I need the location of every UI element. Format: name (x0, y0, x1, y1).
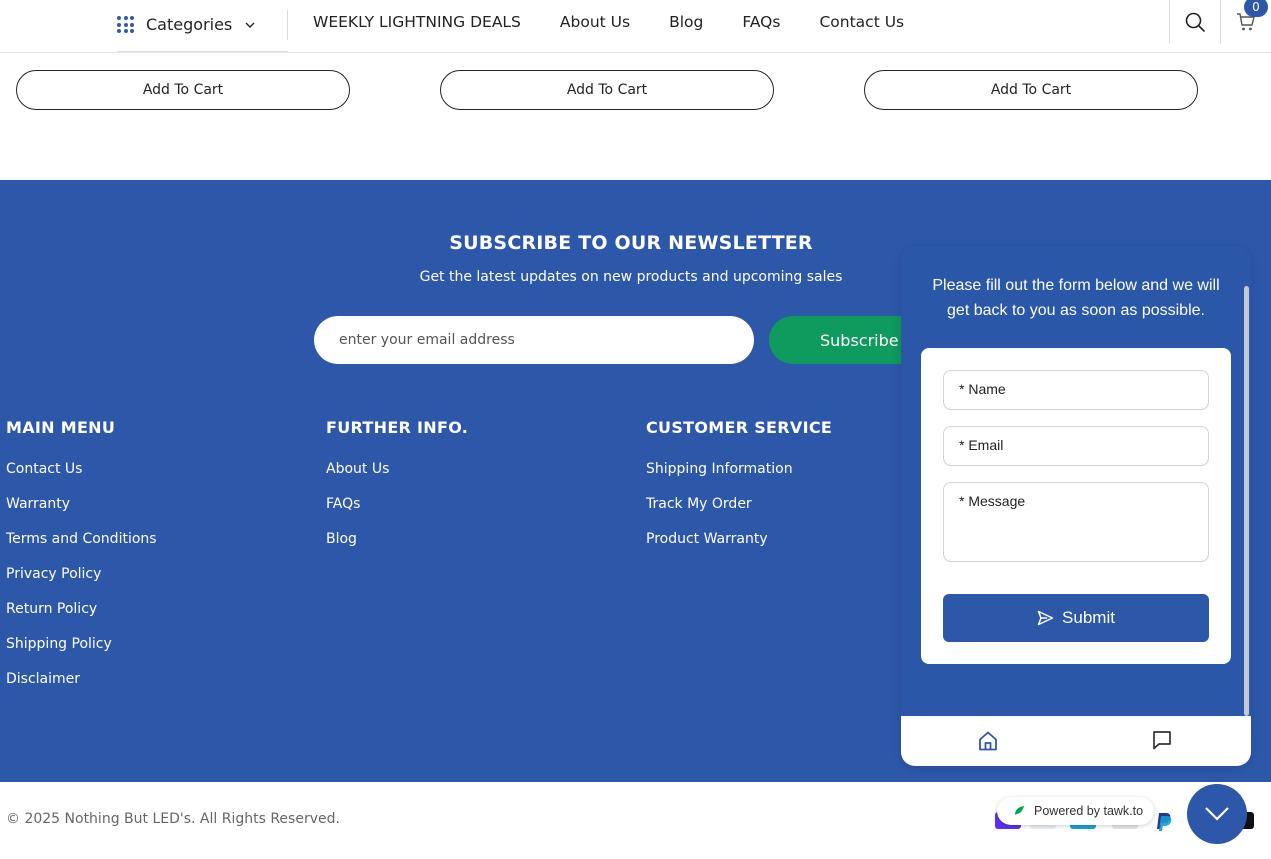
send-icon (1037, 610, 1054, 625)
categories-menu[interactable]: Categories (117, 0, 288, 52)
footer-heading: FURTHER INFO. (326, 418, 469, 437)
cart-count-badge: 0 (1244, 0, 1268, 17)
footer-customer-service: CUSTOMER SERVICE Shipping Information Tr… (646, 418, 832, 566)
chat-intro-message: Please fill out the form below and we wi… (932, 277, 1220, 319)
email-placeholder: enter your email address (339, 332, 515, 348)
nav-blog[interactable]: Blog (669, 13, 703, 31)
newsletter-email-input[interactable]: enter your email address (314, 316, 754, 364)
chat-bubble-icon[interactable] (1151, 729, 1173, 751)
chevron-down-icon (245, 22, 255, 28)
footer-link[interactable]: Product Warranty (646, 531, 832, 566)
footer-link[interactable]: FAQs (326, 496, 468, 531)
grid-menu-icon (117, 16, 134, 33)
tawk-logo-icon (1015, 806, 1024, 815)
chat-bottom-nav (901, 716, 1251, 766)
add-to-cart-button[interactable]: Add To Cart (864, 70, 1198, 110)
footer-link[interactable]: Shipping Information (646, 461, 832, 496)
copyright-text: © 2025 Nothing But LED's. All Rights Res… (6, 811, 340, 827)
footer-link[interactable]: Blog (326, 531, 468, 566)
footer-further-info: FURTHER INFO. About Us FAQs Blog (326, 418, 468, 566)
footer-link[interactable]: Shipping Policy (6, 636, 157, 671)
search-icon (1185, 12, 1205, 32)
nav-weekly-lightning-deals[interactable]: WEEKLY LIGHTNING DEALS (313, 13, 521, 31)
footer-link[interactable]: Track My Order (646, 496, 832, 531)
powered-by-label: Powered by tawk.to (1034, 804, 1144, 818)
nav-faqs[interactable]: FAQs (742, 13, 780, 31)
footer-link[interactable]: Disclaimer (6, 671, 157, 706)
footer-heading: CUSTOMER SERVICE (646, 418, 833, 437)
footer-link[interactable]: About Us (326, 461, 468, 496)
home-icon[interactable] (977, 730, 999, 752)
footer-link[interactable]: Privacy Policy (6, 566, 157, 601)
footer-link[interactable]: Warranty (6, 496, 157, 531)
chat-email-field[interactable]: * Email (943, 426, 1209, 466)
search-button[interactable] (1169, 0, 1220, 44)
chat-toggle-button[interactable] (1187, 784, 1247, 844)
nav-contact-us[interactable]: Contact Us (819, 13, 904, 31)
footer-link[interactable]: Contact Us (6, 461, 157, 496)
site-header: Categories WEEKLY LIGHTNING DEALS About … (0, 0, 1271, 53)
chat-message-field[interactable]: * Message (943, 482, 1209, 562)
nav-about-us[interactable]: About Us (560, 13, 630, 31)
chat-form: * Name * Email * Message Submit (921, 348, 1231, 664)
main-nav: WEEKLY LIGHTNING DEALS About Us Blog FAQ… (313, 13, 943, 31)
paypal-icon (1157, 813, 1172, 831)
chat-message-label: * Message (959, 493, 1026, 509)
footer-link[interactable]: Terms and Conditions (6, 531, 157, 566)
footer-main-menu: MAIN MENU Contact Us Warranty Terms and … (6, 418, 157, 706)
footer-heading: MAIN MENU (6, 418, 116, 437)
chat-submit-button[interactable]: Submit (943, 594, 1209, 642)
chat-email-label: * Email (959, 437, 1004, 453)
chat-scrollbar[interactable] (1244, 286, 1249, 716)
footer-link[interactable]: Return Policy (6, 601, 157, 636)
add-to-cart-button[interactable]: Add To Cart (440, 70, 774, 110)
powered-by-tawk[interactable]: Powered by tawk.to (997, 797, 1154, 825)
add-to-cart-button[interactable]: Add To Cart (16, 70, 350, 110)
chat-widget: Please fill out the form below and we wi… (901, 246, 1251, 766)
chevron-down-icon (1205, 807, 1229, 821)
chat-submit-label: Submit (1062, 608, 1115, 627)
chat-name-label: * Name (959, 381, 1006, 397)
categories-label: Categories (146, 15, 233, 34)
chat-name-field[interactable]: * Name (943, 370, 1209, 410)
nav-divider (287, 10, 288, 40)
